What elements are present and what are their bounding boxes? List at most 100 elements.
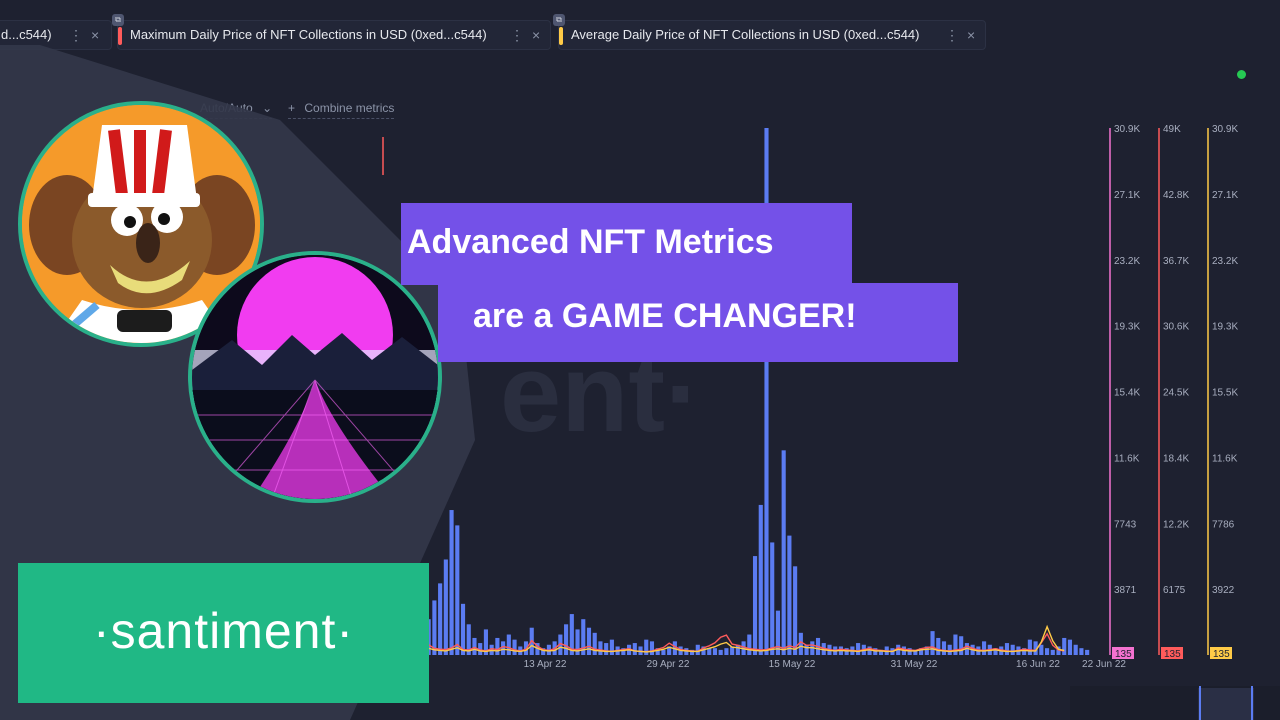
- volume-bar: [1085, 649, 1090, 655]
- tab-label: Maximum Daily Price of NFT Collections i…: [130, 27, 487, 42]
- chart-navigator[interactable]: [1070, 686, 1280, 720]
- headline-box-1: Advanced NFT Metrics: [401, 203, 852, 285]
- volume-bar: [804, 644, 809, 655]
- x-tick-label: 31 May 22: [891, 659, 938, 670]
- x-tick-label: 16 Jun 22: [1016, 659, 1060, 670]
- volume-bar: [712, 648, 718, 655]
- volume-bar: [512, 639, 517, 655]
- synthwave-nft-avatar: [188, 251, 442, 503]
- volume-bar: [443, 559, 448, 655]
- volume-bar: [438, 583, 443, 655]
- tab-label: d...c544): [1, 27, 52, 42]
- x-tick-label: 15 May 22: [769, 659, 816, 670]
- app-window: ent· 30.9K 27.1K 23.2K 19.3K 15.4K 11.6K 7743 3…: [0, 0, 1280, 720]
- y-tick-label: 3922: [1212, 585, 1235, 596]
- y-tick-label: 30.9K: [1212, 124, 1238, 135]
- y-tick-label: 27.1K: [1212, 190, 1238, 201]
- axis-value-badge-label: 135: [1164, 649, 1181, 660]
- volume-bar: [770, 542, 775, 655]
- volume-bar: [598, 641, 603, 655]
- volume-bar: [781, 450, 786, 655]
- volume-bar: [495, 637, 500, 655]
- y-tick-label: 15.5K: [1212, 388, 1238, 399]
- volume-bar: [1027, 639, 1032, 655]
- volume-bar: [752, 556, 758, 655]
- y-tick-label: 36.7K: [1163, 256, 1189, 267]
- volume-bar: [649, 641, 655, 655]
- volume-bar: [604, 643, 609, 655]
- y-tick-label: 11.6K: [1212, 453, 1238, 464]
- volume-bar: [747, 634, 752, 655]
- y-tick-label: 7786: [1212, 519, 1235, 530]
- pin-icon[interactable]: ⧉: [112, 14, 124, 26]
- tab-menu-icon[interactable]: ⋮: [510, 21, 524, 49]
- volume-bar: [506, 634, 511, 655]
- volume-bar: [787, 535, 792, 655]
- volume-bar: [1039, 644, 1044, 655]
- volume-bar: [1004, 643, 1010, 655]
- metric-tab-max-price[interactable]: ⧉ Maximum Daily Price of NFT Collections…: [112, 14, 551, 50]
- y-tick-label: 24.5K: [1163, 388, 1189, 399]
- navigator-window[interactable]: [1198, 688, 1254, 720]
- volume-bar: [449, 510, 454, 655]
- pin-icon[interactable]: ⧉: [553, 14, 565, 26]
- volume-bar: [592, 632, 597, 655]
- volume-bar: [1062, 637, 1067, 655]
- y-tick-label: 18.4K: [1163, 453, 1189, 464]
- y-tick-label: 15.4K: [1114, 388, 1140, 399]
- metric-tab-avg-price[interactable]: ⧉ Average Daily Price of NFT Collections…: [553, 14, 986, 50]
- x-tick-label: 13 Apr 22: [524, 659, 567, 670]
- tab-menu-icon[interactable]: ⋮: [945, 21, 959, 49]
- volume-bar: [460, 603, 466, 655]
- axis-scale-dropdown[interactable]: Auto/Auto ⌄: [200, 101, 273, 119]
- volume-bar: [724, 648, 729, 655]
- volume-bar: [930, 631, 935, 655]
- volume-bar: [936, 637, 941, 655]
- tab-close-icon[interactable]: ×: [967, 21, 975, 49]
- y-tick-label: 30.9K: [1114, 124, 1140, 135]
- series-color-marker: [559, 27, 563, 45]
- volume-bar: [586, 627, 592, 655]
- volume-bar: [959, 636, 964, 655]
- volume-bar: [1067, 639, 1073, 655]
- tab-menu-icon[interactable]: ⋮: [69, 21, 83, 49]
- volume-bar: [1073, 644, 1078, 655]
- x-tick-label: 22 Jun 22: [1082, 659, 1126, 670]
- axis-value-badge-label: 135: [1213, 649, 1230, 660]
- combine-metrics-button[interactable]: + Combine metrics: [288, 101, 395, 119]
- y-tick-label: 23.2K: [1212, 256, 1238, 267]
- y-tick-label: 7743: [1114, 519, 1137, 530]
- y-tick-label: 23.2K: [1114, 256, 1140, 267]
- volume-bar: [564, 624, 569, 655]
- scale-label: Auto/Auto: [200, 101, 253, 115]
- y-tick-label: 3871: [1114, 585, 1137, 596]
- headline-box-2: are a GAME CHANGER!: [438, 283, 958, 362]
- y-tick-label: 30.6K: [1163, 322, 1189, 333]
- tab-close-icon[interactable]: ×: [532, 21, 540, 49]
- y-tick-label: 49K: [1163, 124, 1181, 135]
- volume-bar: [455, 525, 460, 655]
- volume-bar: [1079, 648, 1084, 655]
- volume-bar: [501, 641, 506, 655]
- metric-tab-volume[interactable]: d...c544) ⋮ ×: [0, 20, 112, 50]
- metric-tab-bar: d...c544) ⋮ × ⧉ Maximum Daily Price of N…: [0, 0, 1280, 79]
- volume-bar: [856, 643, 861, 655]
- x-tick-label: 29 Apr 22: [647, 659, 690, 670]
- santiment-logo-text: ·santiment·: [92, 603, 355, 659]
- tab-close-icon[interactable]: ×: [91, 21, 99, 49]
- volume-bar: [609, 639, 614, 655]
- chevron-down-icon: ⌄: [262, 101, 273, 115]
- volume-bar: [947, 644, 952, 655]
- volume-bar: [982, 641, 987, 655]
- volume-bar: [632, 643, 637, 655]
- y-tick-label: 19.3K: [1114, 322, 1140, 333]
- volume-bar: [1044, 648, 1050, 655]
- series-color-marker: [118, 27, 122, 45]
- volume-bar: [758, 504, 763, 655]
- y-tick-label: 11.6K: [1114, 453, 1140, 464]
- y-tick-label: 42.8K: [1163, 190, 1189, 201]
- volume-bar: [953, 634, 958, 655]
- headline-line-1: Advanced NFT Metrics: [407, 223, 774, 261]
- headline-line-2: are a GAME CHANGER!: [473, 297, 857, 335]
- y-tick-label: 27.1K: [1114, 190, 1140, 201]
